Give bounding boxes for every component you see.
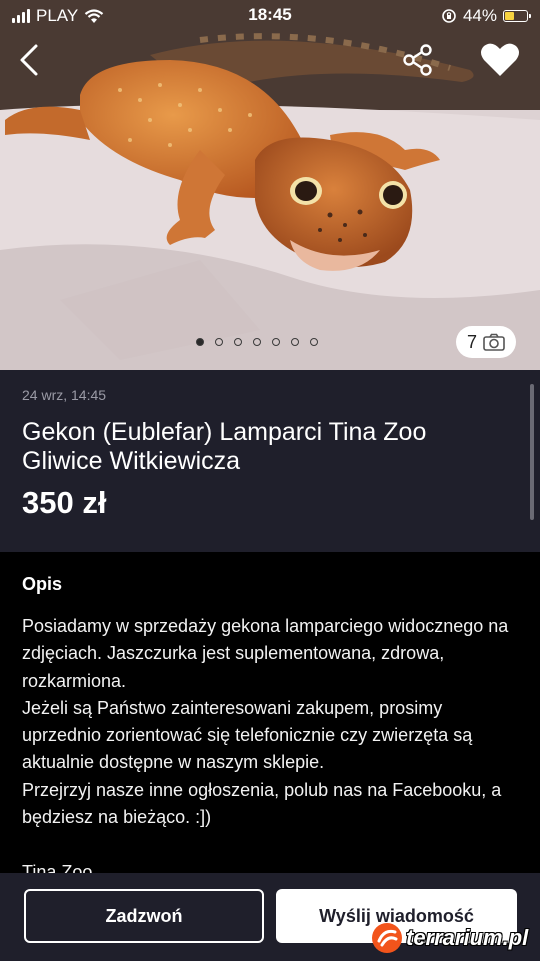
share-button[interactable] (398, 42, 438, 78)
favorite-button[interactable] (478, 40, 522, 80)
watermark-logo (372, 923, 402, 953)
status-bar: PLAY 18:45 44% (0, 0, 540, 32)
pagination-dot[interactable] (196, 338, 204, 346)
listing-date: 24 wrz, 14:45 (22, 387, 107, 403)
photo-count-badge[interactable]: 7 (456, 326, 516, 358)
chevron-left-icon (20, 44, 38, 76)
description-heading: Opis (22, 574, 63, 594)
watermark: terrarium.pl (370, 918, 528, 958)
pagination-dot[interactable] (253, 338, 261, 346)
gecko-photo (0, 0, 540, 370)
photo-pagination (196, 338, 318, 346)
description-text: Posiadamy w sprzedaży gekona lamparciego… (22, 616, 509, 828)
battery-icon (503, 10, 531, 22)
listing-price: 350 zł (22, 485, 107, 520)
scrollbar[interactable] (530, 384, 534, 520)
heart-icon (481, 43, 519, 76)
pagination-dot[interactable] (291, 338, 299, 346)
battery-percent: 44% (462, 6, 497, 25)
back-button[interactable] (14, 40, 48, 80)
listing-photo[interactable]: PLAY 18:45 44% 7 (0, 0, 540, 370)
listing-title: Gekon (Eublefar) Lamparci Tina Zoo Gliwi… (22, 418, 427, 475)
pagination-dot[interactable] (310, 338, 318, 346)
share-icon (403, 44, 432, 76)
camera-icon (483, 333, 505, 351)
photo-count: 7 (466, 331, 477, 352)
status-right: 44% (441, 6, 531, 26)
pagination-dot[interactable] (272, 338, 280, 346)
battery-fill (505, 12, 514, 20)
pagination-dot[interactable] (234, 338, 242, 346)
call-button[interactable]: Zadzwoń (24, 889, 264, 943)
listing-header: 24 wrz, 14:45 Gekon (Eublefar) Lamparci … (0, 370, 540, 552)
rotation-lock-icon (442, 9, 456, 23)
watermark-text: terrarium.pl (406, 925, 529, 950)
pagination-dot[interactable] (215, 338, 223, 346)
